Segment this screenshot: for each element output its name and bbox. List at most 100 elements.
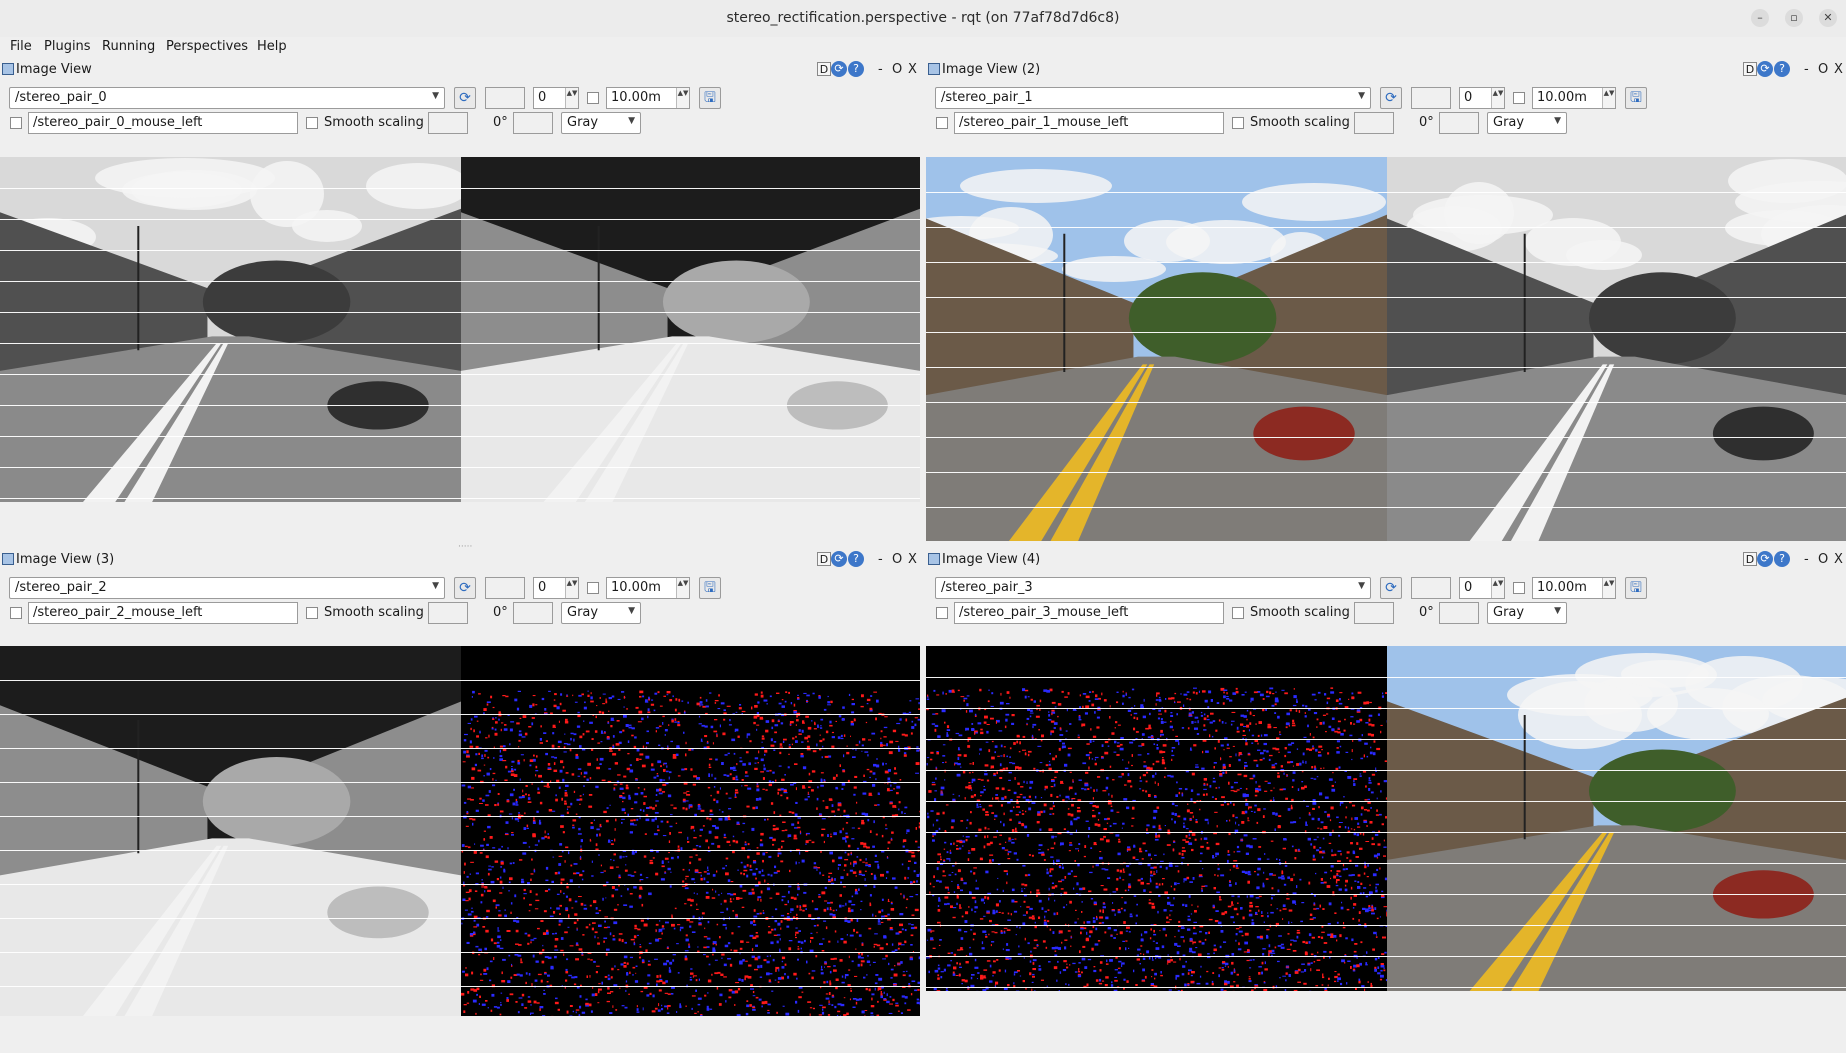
num-gridlines-spinbox[interactable]: 0 ▲▼ [1459,87,1505,109]
stereo-image-view[interactable] [0,157,920,502]
publish-click-checkbox[interactable] [10,607,22,619]
dynamic-range-checkbox[interactable] [587,92,599,104]
refresh-topics-button[interactable]: ⟳ [1380,87,1402,109]
spin-arrows-icon[interactable]: ▲▼ [565,88,578,108]
dynamic-range-checkbox[interactable] [1513,92,1525,104]
float-panel-button[interactable]: O [892,552,902,567]
max-range-spinbox[interactable]: 10.00m ▲▼ [606,577,690,599]
topic-combobox[interactable]: /stereo_pair_2 ▼ [9,577,445,599]
publish-click-checkbox[interactable] [936,117,948,129]
num-gridlines-spinbox[interactable]: 0 ▲▼ [533,577,579,599]
mouse-topic-field[interactable]: /stereo_pair_2_mouse_left [28,602,298,624]
spin-arrows-icon[interactable]: ▲▼ [676,88,689,108]
stereo-image-view[interactable] [0,646,920,1016]
spin-arrows-icon[interactable]: ▲▼ [1602,578,1615,598]
mouse-topic-field[interactable]: /stereo_pair_1_mouse_left [954,112,1224,134]
rotate-left-button[interactable] [428,602,468,624]
rotate-right-button[interactable] [1439,112,1479,134]
help-icon[interactable]: ? [848,61,864,77]
close-window-button[interactable]: ✕ [1819,9,1837,27]
rotate-left-button[interactable] [1354,602,1394,624]
max-range-spinbox[interactable]: 10.00m ▲▼ [1532,577,1616,599]
minimize-button[interactable]: – [1751,9,1769,27]
topic-combobox[interactable]: /stereo_pair_0 ▼ [9,87,445,109]
num-gridlines-value: 0 [1464,580,1473,595]
close-panel-button[interactable]: X [1834,552,1843,567]
zoom-field[interactable] [1411,87,1451,109]
save-image-button[interactable]: 🖫 [699,87,721,109]
spin-arrows-icon[interactable]: ▲▼ [1491,578,1504,598]
menu-perspectives[interactable]: Perspectives [166,39,248,54]
menu-plugins[interactable]: Plugins [44,39,91,54]
reload-icon[interactable]: ⟳ [1757,61,1773,77]
close-panel-button[interactable]: X [908,552,917,567]
reload-icon[interactable]: ⟳ [1757,551,1773,567]
rotate-left-button[interactable] [428,112,468,134]
publish-click-checkbox[interactable] [936,607,948,619]
help-icon[interactable]: ? [1774,61,1790,77]
close-panel-button[interactable]: X [908,62,917,77]
minimize-panel-button[interactable]: - [878,62,883,77]
d-button[interactable]: D [817,62,831,76]
splitter-handle[interactable]: ····· [458,542,472,552]
save-image-button[interactable]: 🖫 [699,577,721,599]
rotate-left-button[interactable] [1354,112,1394,134]
minimize-panel-button[interactable]: - [1804,552,1809,567]
color-scheme-combobox[interactable]: Gray ▼ [561,602,641,624]
color-scheme-combobox[interactable]: Gray ▼ [1487,602,1567,624]
mouse-topic-field[interactable]: /stereo_pair_3_mouse_left [954,602,1224,624]
smooth-scaling-checkbox[interactable] [1232,607,1244,619]
stereo-image-view[interactable] [926,157,1846,541]
refresh-topics-button[interactable]: ⟳ [454,87,476,109]
minimize-panel-button[interactable]: - [1804,62,1809,77]
epipolar-line [0,188,920,189]
spin-arrows-icon[interactable]: ▲▼ [1491,88,1504,108]
refresh-topics-button[interactable]: ⟳ [454,577,476,599]
float-panel-button[interactable]: O [892,62,902,77]
spin-arrows-icon[interactable]: ▲▼ [565,578,578,598]
rotate-right-button[interactable] [513,112,553,134]
menu-file[interactable]: File [10,39,32,54]
max-range-spinbox[interactable]: 10.00m ▲▼ [1532,87,1616,109]
menu-help[interactable]: Help [257,39,287,54]
color-scheme-combobox[interactable]: Gray ▼ [561,112,641,134]
spin-arrows-icon[interactable]: ▲▼ [1602,88,1615,108]
minimize-panel-button[interactable]: - [878,552,883,567]
restore-button[interactable]: ▫ [1785,9,1803,27]
d-button[interactable]: D [817,552,831,566]
stereo-image-view[interactable] [926,646,1846,991]
save-image-button[interactable]: 🖫 [1625,577,1647,599]
help-icon[interactable]: ? [1774,551,1790,567]
rotate-right-button[interactable] [513,602,553,624]
smooth-scaling-checkbox[interactable] [306,607,318,619]
dynamic-range-checkbox[interactable] [1513,582,1525,594]
float-panel-button[interactable]: O [1818,62,1828,77]
d-button[interactable]: D [1743,62,1757,76]
refresh-topics-button[interactable]: ⟳ [1380,577,1402,599]
topic-combobox[interactable]: /stereo_pair_1 ▼ [935,87,1371,109]
dynamic-range-checkbox[interactable] [587,582,599,594]
menu-running[interactable]: Running [102,39,155,54]
reload-icon[interactable]: ⟳ [831,61,847,77]
publish-click-checkbox[interactable] [10,117,22,129]
smooth-scaling-checkbox[interactable] [1232,117,1244,129]
help-icon[interactable]: ? [848,551,864,567]
mouse-topic-field[interactable]: /stereo_pair_0_mouse_left [28,112,298,134]
rotate-right-button[interactable] [1439,602,1479,624]
save-image-button[interactable]: 🖫 [1625,87,1647,109]
num-gridlines-spinbox[interactable]: 0 ▲▼ [1459,577,1505,599]
d-button[interactable]: D [1743,552,1757,566]
epipolar-line [0,312,920,313]
color-scheme-combobox[interactable]: Gray ▼ [1487,112,1567,134]
zoom-field[interactable] [485,87,525,109]
float-panel-button[interactable]: O [1818,552,1828,567]
smooth-scaling-checkbox[interactable] [306,117,318,129]
zoom-field[interactable] [1411,577,1451,599]
zoom-field[interactable] [485,577,525,599]
num-gridlines-spinbox[interactable]: 0 ▲▼ [533,87,579,109]
max-range-spinbox[interactable]: 10.00m ▲▼ [606,87,690,109]
topic-combobox[interactable]: /stereo_pair_3 ▼ [935,577,1371,599]
close-panel-button[interactable]: X [1834,62,1843,77]
reload-icon[interactable]: ⟳ [831,551,847,567]
spin-arrows-icon[interactable]: ▲▼ [676,578,689,598]
